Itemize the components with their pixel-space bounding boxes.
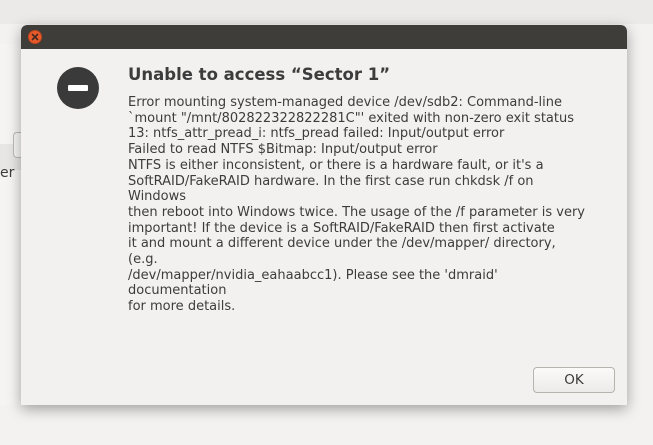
message-line: Windows xyxy=(128,189,187,205)
message-line: 13: ntfs_attr_pread_i: ntfs_pread failed… xyxy=(128,126,505,142)
dialog-message: Error mounting system-managed device /de… xyxy=(128,95,616,315)
error-icon xyxy=(57,67,99,109)
message-line: for more details. xyxy=(128,299,236,315)
message-line: (e.g. xyxy=(128,252,158,268)
message-line: SoftRAID/FakeRAID hardware. In the first… xyxy=(128,173,534,189)
message-line: it and mount a different device under th… xyxy=(128,236,556,252)
background-bottom xyxy=(0,405,653,445)
message-line: /dev/mapper/nvidia_eahaabcc1). Please se… xyxy=(128,267,498,283)
close-icon xyxy=(31,33,39,41)
message-line: `mount "/mnt/802822322822281C"' exited w… xyxy=(128,110,574,126)
message-line: Failed to read NTFS $Bitmap: Input/outpu… xyxy=(128,142,438,158)
message-line: then reboot into Windows twice. The usag… xyxy=(128,204,585,220)
dialog-title: Unable to access “Sector 1” xyxy=(128,65,391,84)
background-label: er xyxy=(0,165,15,181)
dialog-titlebar[interactable] xyxy=(21,25,627,49)
ok-button[interactable]: OK xyxy=(533,367,615,393)
background-header xyxy=(0,0,653,24)
message-line: NTFS is either inconsistent, or there is… xyxy=(128,157,544,173)
close-button[interactable] xyxy=(28,30,42,44)
message-line: important! If the device is a SoftRAID/F… xyxy=(128,220,555,236)
error-dialog: Unable to access “Sector 1” Error mounti… xyxy=(21,25,627,405)
message-line: documentation xyxy=(128,283,227,299)
message-line: Error mounting system-managed device /de… xyxy=(128,95,562,110)
error-icon-bar xyxy=(68,85,88,91)
